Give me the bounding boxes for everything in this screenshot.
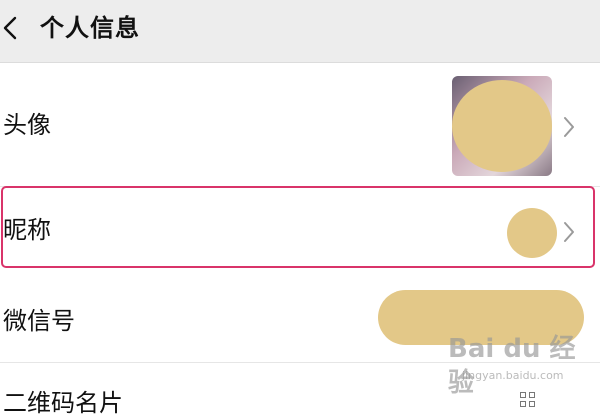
baidu-jingyan-watermark: Bai du 经验 jingyan.baidu.com (448, 332, 598, 398)
watermark-url: jingyan.baidu.com (462, 369, 564, 382)
watermark-logo-text: Bai du 经验 (448, 334, 576, 398)
wechat-id-row-label: 微信号 (3, 307, 75, 335)
page-title: 个人信息 (40, 14, 140, 42)
nickname-highlight-box (1, 186, 595, 268)
top-nav-bar: 个人信息 (0, 0, 600, 63)
avatar-row-label: 头像 (3, 111, 51, 139)
avatar[interactable] (452, 76, 552, 176)
back-button[interactable] (0, 6, 34, 50)
chevron-left-icon (3, 16, 17, 40)
avatar-redaction (452, 80, 552, 172)
chevron-right-icon (563, 116, 575, 138)
qr-code-row-label: 二维码名片 (3, 389, 123, 417)
